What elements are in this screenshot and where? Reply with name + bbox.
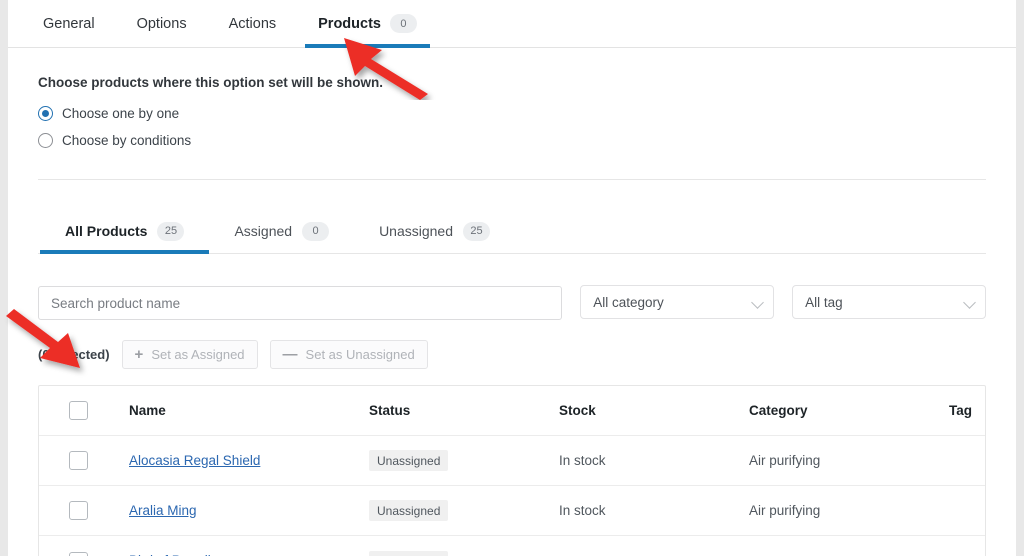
subtab-all-products-active-underline [40, 250, 210, 254]
cell-status: Unassigned [369, 550, 559, 556]
radio-choose-one-by-one[interactable]: Choose one by one [38, 102, 986, 125]
set-as-unassigned-button[interactable]: — Set as Unassigned [269, 340, 428, 369]
row-checkbox[interactable] [69, 451, 88, 470]
plus-icon: + [134, 346, 144, 363]
product-name-link[interactable]: Alocasia Regal Shield [129, 453, 260, 468]
bulk-action-bar: (0 selected) + Set as Assigned — Set as … [38, 340, 986, 369]
category-select[interactable]: All category [580, 285, 775, 319]
radio-button-icon-selected[interactable] [38, 106, 53, 121]
section-title: Choose products where this option set wi… [38, 75, 384, 90]
status-badge: Unassigned [369, 550, 449, 556]
radio-button-icon-unselected[interactable] [38, 133, 53, 148]
tag-select-value: All tag [805, 294, 843, 310]
cell-status: Unassigned [369, 500, 559, 521]
tab-options-label: Options [136, 15, 187, 32]
search-input[interactable] [38, 286, 563, 320]
column-header-stock: Stock [559, 403, 596, 418]
products-panel: Choose products where this option set wi… [8, 48, 1016, 556]
subtab-all-products[interactable]: All Products 25 [40, 209, 210, 254]
tag-select-wrapper: All tag [792, 285, 986, 319]
cell-stock: In stock [559, 503, 606, 518]
subtab-assigned[interactable]: Assigned 0 [209, 209, 354, 253]
column-header-category: Category [749, 403, 808, 418]
subtab-assigned-badge: 0 [302, 221, 330, 241]
category-select-value: All category [593, 294, 664, 310]
cell-category: Air purifying [749, 453, 821, 468]
subtab-unassigned-label: Unassigned [379, 223, 453, 239]
tab-products-label: Products [318, 15, 381, 32]
selected-count-label: (0 selected) [38, 347, 110, 362]
tab-general-label: General [43, 15, 95, 32]
tab-products-badge: 0 [389, 14, 417, 33]
set-as-assigned-label: Set as Assigned [151, 347, 245, 362]
cell-category: Air purifying [749, 503, 821, 518]
subtab-all-products-badge: 25 [157, 221, 185, 241]
row-select-cell [39, 501, 129, 520]
cell-stock: In stock [559, 453, 606, 468]
cell-status: Unassigned [369, 450, 559, 471]
choose-mode-radio-group: Choose one by one Choose by conditions [38, 102, 986, 152]
minus-icon: — [282, 346, 298, 363]
category-select-wrapper: All category [580, 285, 775, 319]
subtab-unassigned[interactable]: Unassigned 25 [354, 209, 515, 253]
cell-name: Alocasia Regal Shield [129, 452, 369, 470]
row-select-cell [39, 451, 129, 470]
table-row: Bird of Paradise Unassigned In stock Cer… [39, 536, 985, 556]
set-as-assigned-button[interactable]: + Set as Assigned [121, 340, 258, 369]
select-all-cell [39, 401, 129, 420]
set-as-unassigned-label: Set as Unassigned [305, 347, 415, 362]
select-all-checkbox[interactable] [69, 401, 88, 420]
row-checkbox[interactable] [69, 501, 88, 520]
tab-options[interactable]: Options [116, 0, 208, 47]
status-badge: Unassigned [369, 500, 449, 521]
products-table: Name Status Stock Category Tag Alocasia … [38, 385, 986, 556]
tag-select[interactable]: All tag [792, 285, 986, 319]
table-row: Aralia Ming Unassigned In stock Air puri… [39, 486, 985, 536]
table-header-row: Name Status Stock Category Tag [39, 386, 985, 436]
row-checkbox[interactable] [69, 551, 88, 556]
product-name-link[interactable]: Aralia Ming [129, 503, 197, 518]
tab-actions-label: Actions [228, 15, 277, 32]
column-header-tag: Tag [949, 403, 972, 418]
table-row: Alocasia Regal Shield Unassigned In stoc… [39, 436, 985, 486]
cell-name: Aralia Ming [129, 502, 369, 520]
status-badge: Unassigned [369, 450, 449, 471]
section-divider [38, 179, 986, 180]
subtab-all-products-label: All Products [65, 223, 148, 239]
product-filter-tabs: All Products 25 Assigned 0 Unassigned 25 [38, 208, 986, 254]
page-container: General Options Actions Products 0 Choos… [8, 0, 1016, 556]
filter-row: All category All tag [38, 285, 986, 320]
top-tab-bar: General Options Actions Products 0 [8, 0, 1016, 48]
radio-choose-one-by-one-label: Choose one by one [62, 106, 180, 121]
column-header-status: Status [369, 403, 411, 418]
radio-choose-by-conditions[interactable]: Choose by conditions [38, 129, 986, 152]
top-tab-list: General Options Actions Products 0 [8, 0, 1016, 48]
subtab-assigned-label: Assigned [234, 223, 293, 239]
row-select-cell [39, 551, 129, 556]
radio-choose-by-conditions-label: Choose by conditions [62, 133, 192, 148]
tab-actions[interactable]: Actions [208, 0, 298, 47]
tab-products[interactable]: Products 0 [297, 0, 438, 48]
tab-products-active-underline [305, 44, 430, 48]
subtab-unassigned-badge: 25 [463, 221, 490, 241]
column-header-name: Name [129, 403, 166, 418]
tab-general[interactable]: General [22, 0, 116, 47]
cell-name: Bird of Paradise [129, 552, 369, 556]
